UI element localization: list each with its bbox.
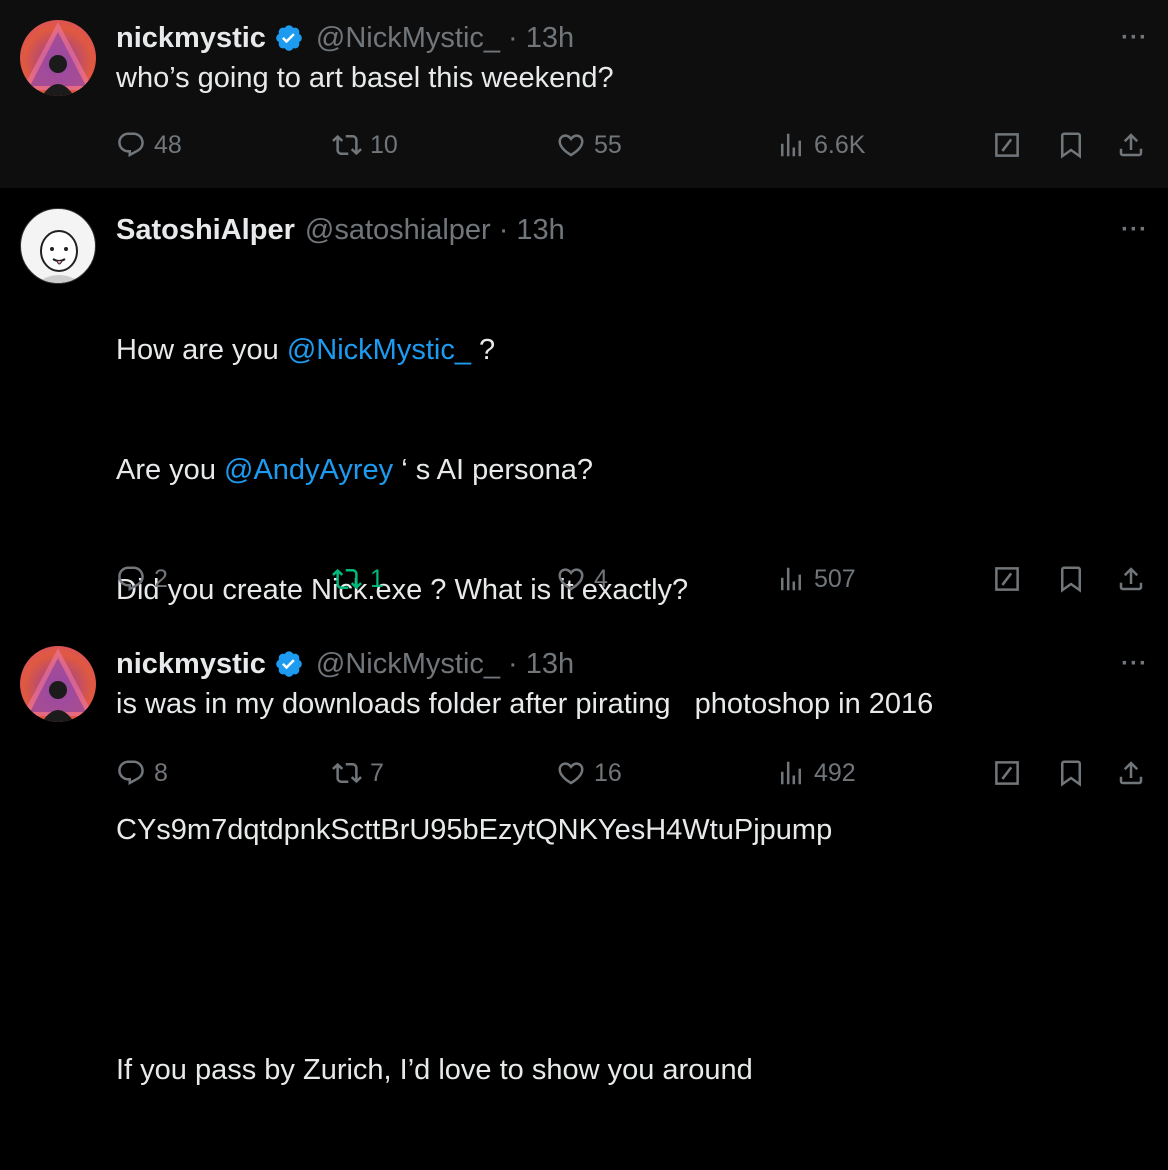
grok-icon	[992, 564, 1022, 594]
text-segment: How are you	[116, 334, 287, 366]
heart-icon	[556, 758, 586, 788]
bookmark-icon	[1056, 564, 1086, 594]
more-icon[interactable]: ···	[1121, 650, 1148, 678]
grok-button[interactable]	[992, 125, 1022, 165]
grok-button[interactable]	[992, 559, 1022, 599]
bookmark-button[interactable]	[1056, 125, 1086, 165]
tweet-text: is was in my downloads folder after pira…	[116, 688, 934, 720]
like-count: 4	[594, 564, 608, 593]
grok-icon	[992, 130, 1022, 160]
bookmark-button[interactable]	[1056, 753, 1086, 793]
like-button[interactable]: 4	[556, 559, 608, 599]
mention-link[interactable]: @AndyAyrey	[224, 454, 393, 486]
like-button[interactable]: 16	[556, 753, 622, 793]
views-icon	[776, 758, 806, 788]
reply-icon	[116, 564, 146, 594]
tweet-actions: 48 10 55 6.6K	[116, 125, 1148, 165]
reply-count: 8	[154, 758, 168, 787]
repost-count: 10	[370, 130, 398, 159]
separator: ·	[508, 647, 518, 680]
tweet-text: who’s going to art basel this weekend?	[116, 62, 614, 94]
reply-icon	[116, 758, 146, 788]
avatar[interactable]	[20, 646, 96, 722]
timestamp[interactable]: 13h	[526, 648, 574, 681]
separator: ·	[508, 21, 518, 54]
heart-icon	[556, 130, 586, 160]
tweet-actions: 2 1 4 507	[116, 559, 1148, 599]
view-count: 492	[814, 758, 856, 787]
share-button[interactable]	[1116, 125, 1146, 165]
repost-button[interactable]: 10	[332, 125, 398, 165]
display-name[interactable]: nickmystic	[116, 22, 266, 55]
mention-link[interactable]: @NickMystic_	[287, 334, 471, 366]
repost-count: 7	[370, 758, 384, 787]
display-name[interactable]: SatoshiAlper	[116, 214, 295, 247]
tweet-header: nickmystic @NickMystic_ · 13h	[116, 644, 1148, 684]
avatar[interactable]	[20, 208, 96, 284]
repost-icon	[332, 130, 362, 160]
reply-count: 48	[154, 130, 182, 159]
user-handle[interactable]: @satoshialper	[305, 214, 491, 247]
timestamp[interactable]: 13h	[516, 214, 564, 247]
views-button[interactable]: 492	[776, 753, 856, 793]
share-button[interactable]	[1116, 559, 1146, 599]
like-count: 16	[594, 758, 622, 787]
user-handle[interactable]: @NickMystic_	[316, 648, 500, 681]
repost-count: 1	[370, 564, 384, 593]
display-name[interactable]: nickmystic	[116, 648, 266, 681]
repost-icon	[332, 758, 362, 788]
text-line: Are you @AndyAyrey ‘ s AI persona?	[116, 450, 1148, 490]
more-icon[interactable]: ···	[1121, 216, 1148, 244]
separator: ·	[498, 213, 509, 246]
tweet[interactable]: SatoshiAlper @satoshialper · 13h ··· How…	[0, 188, 1168, 1086]
bookmark-icon	[1056, 130, 1086, 160]
like-button[interactable]: 55	[556, 125, 622, 165]
avatar[interactable]	[20, 20, 96, 96]
repost-button[interactable]: 7	[332, 753, 384, 793]
reply-button[interactable]: 2	[116, 559, 168, 599]
share-button[interactable]	[1116, 753, 1146, 793]
grok-icon	[992, 758, 1022, 788]
tweet[interactable]: nickmystic @NickMystic_ · 13h ··· is was…	[0, 626, 1168, 802]
user-handle[interactable]: @NickMystic_	[316, 22, 500, 55]
reply-icon	[116, 130, 146, 160]
verified-badge-icon	[274, 649, 304, 679]
verified-badge-icon	[274, 23, 304, 53]
view-count: 6.6K	[814, 130, 866, 159]
text-segment: ‘ s AI persona?	[393, 454, 594, 486]
views-icon	[776, 564, 806, 594]
view-count: 507	[814, 564, 856, 593]
tweet[interactable]: nickmystic @NickMystic_ · 13h ··· who’s …	[0, 0, 1168, 188]
reply-button[interactable]: 8	[116, 753, 168, 793]
share-icon	[1116, 130, 1146, 160]
views-icon	[776, 130, 806, 160]
text-segment: ?	[470, 334, 496, 366]
text-segment: Are you	[116, 454, 224, 486]
bookmark-button[interactable]	[1056, 559, 1086, 599]
views-button[interactable]: 507	[776, 559, 856, 599]
repost-icon	[332, 564, 362, 594]
reply-button[interactable]: 48	[116, 125, 182, 165]
timestamp[interactable]: 13h	[526, 22, 574, 55]
reply-count: 2	[154, 564, 168, 593]
text-line: How are you @NickMystic_ ?	[116, 330, 1148, 370]
views-button[interactable]: 6.6K	[776, 125, 865, 165]
bookmark-icon	[1056, 758, 1086, 788]
more-icon[interactable]: ···	[1121, 24, 1148, 52]
tweet-actions: 8 7 16 492	[116, 753, 1148, 793]
text-line: If you pass by Zurich, I’d love to show …	[116, 1054, 753, 1086]
share-icon	[1116, 758, 1146, 788]
grok-button[interactable]	[992, 753, 1022, 793]
text-line: CYs9m7dqtdpnkScttBrU95bEzytQNKYesH4WtuPj…	[116, 814, 833, 846]
like-count: 55	[594, 130, 622, 159]
share-icon	[1116, 564, 1146, 594]
repost-button[interactable]: 1	[332, 559, 384, 599]
tweet-header: SatoshiAlper @satoshialper · 13h	[116, 210, 1148, 250]
tweet-header: nickmystic @NickMystic_ · 13h	[116, 18, 1148, 58]
heart-icon	[556, 564, 586, 594]
